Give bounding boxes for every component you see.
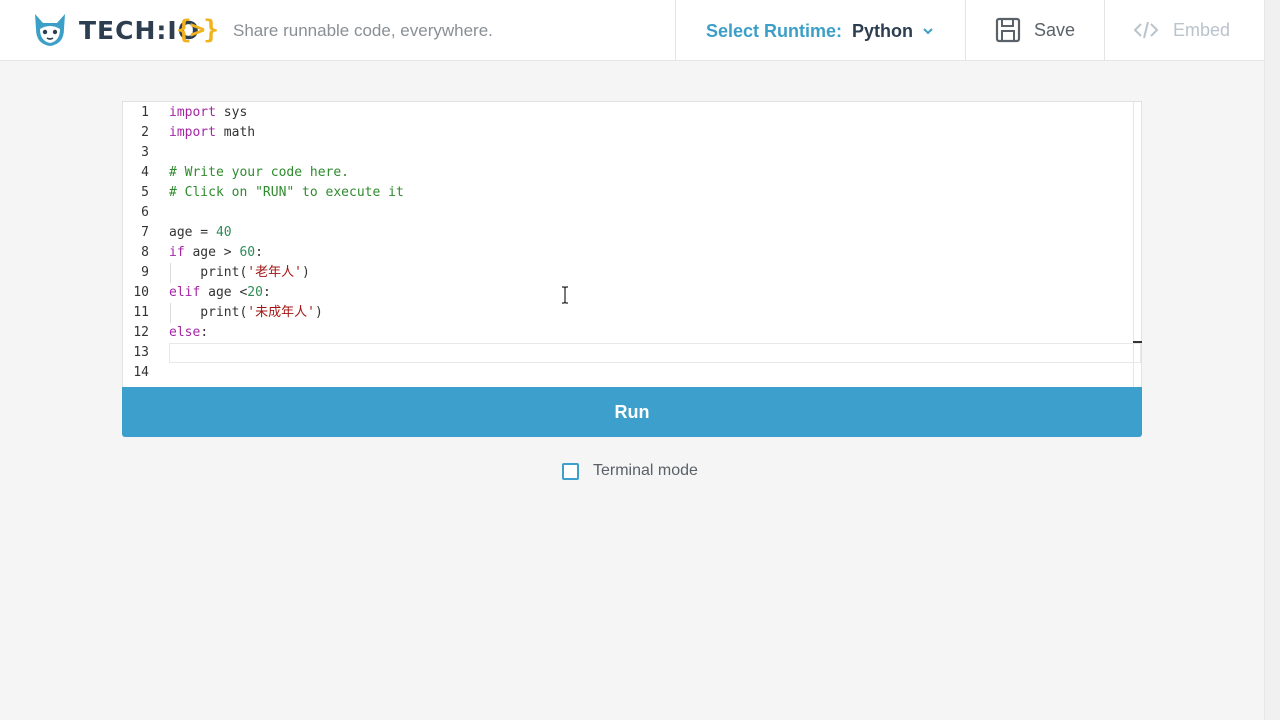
code-embed-icon (1133, 21, 1159, 39)
code-text: print( (169, 265, 248, 280)
run-button[interactable]: Run (122, 387, 1142, 437)
line-number: 1 (141, 105, 149, 120)
comment: # Click on "RUN" to execute it (169, 185, 404, 200)
string-literal: '未成年人' (247, 305, 315, 320)
terminal-mode-label: Terminal mode (593, 462, 698, 479)
save-label: Save (1034, 20, 1076, 40)
code-text: math (215, 125, 256, 140)
code-text: age = (169, 225, 216, 240)
code-text: age < (200, 285, 248, 300)
code-line: else: (169, 323, 208, 343)
line-number: 5 (141, 185, 149, 200)
page-scrollbar[interactable] (1264, 0, 1280, 720)
code-line: print('老年人') (169, 263, 310, 283)
line-number: 13 (133, 345, 149, 360)
keyword: import (169, 125, 216, 140)
code-line: age = 40 (169, 223, 232, 243)
number-literal: 20 (247, 285, 263, 300)
number-literal: 40 (215, 225, 232, 240)
code-line: if age > 60: (169, 243, 263, 263)
code-text: age > (184, 245, 240, 260)
code-text: sys (215, 105, 248, 120)
line-number: 12 (133, 325, 149, 340)
string-literal: '老年人' (247, 265, 302, 280)
code-editor[interactable]: 1 2 3 4 5 6 7 8 9 10 11 12 13 14 import … (122, 101, 1142, 387)
line-number: 9 (141, 265, 149, 280)
line-number: 6 (141, 205, 149, 220)
line-number: 2 (141, 125, 149, 140)
embed-button[interactable]: Embed (1133, 16, 1230, 44)
code-line: print('未成年人') (169, 303, 323, 323)
line-number: 4 (141, 165, 149, 180)
line-number-gutter: 1 2 3 4 5 6 7 8 9 10 11 12 13 14 (123, 102, 163, 387)
line-number: 14 (133, 365, 149, 380)
line-number: 8 (141, 245, 149, 260)
top-header: TECH:IO {>} Share runnable code, everywh… (0, 0, 1264, 61)
keyword: import (169, 105, 216, 120)
code-line: # Write your code here. (169, 163, 349, 183)
runtime-label: Select Runtime: (706, 21, 843, 41)
line-number: 11 (133, 305, 149, 320)
brand-brackets-icon: {>} (176, 15, 219, 45)
header-divider (675, 0, 676, 60)
keyword: elif (169, 285, 201, 300)
terminal-mode-toggle[interactable]: Terminal mode (562, 461, 698, 481)
header-divider (1104, 0, 1105, 60)
comment: # Write your code here. (169, 165, 350, 180)
scrollbar-cursor-marker (1133, 341, 1142, 343)
line-number: 10 (133, 285, 149, 300)
line-number: 7 (141, 225, 149, 240)
header-divider (965, 0, 966, 60)
code-line: # Click on "RUN" to execute it (169, 183, 404, 203)
keyword: else (169, 325, 201, 340)
code-line: import sys (169, 103, 247, 123)
line-number: 3 (141, 145, 149, 160)
floppy-disk-icon (995, 17, 1021, 43)
terminal-mode-checkbox[interactable] (562, 462, 579, 480)
runtime-value: Python (852, 21, 914, 41)
embed-label: Embed (1173, 20, 1231, 40)
editor-scrollbar[interactable] (1133, 102, 1134, 387)
i-beam-cursor-icon (562, 286, 568, 304)
code-text: print( (169, 305, 248, 320)
code-text: ) (301, 265, 310, 280)
fox-mascot-logo-icon[interactable] (31, 11, 69, 49)
code-text: ) (314, 305, 323, 320)
code-text: : (255, 245, 263, 260)
code-text: : (200, 325, 209, 340)
code-line: import math (169, 123, 255, 143)
chevron-down-icon (923, 28, 933, 35)
save-button[interactable]: Save (995, 16, 1075, 44)
code-text: : (262, 285, 271, 300)
code-area[interactable]: import sys import math # Write your code… (169, 102, 1133, 387)
keyword: if (169, 245, 185, 260)
code-line: elif age <20: (169, 283, 271, 303)
runtime-selector[interactable]: Select Runtime: Python (706, 19, 934, 43)
number-literal: 60 (239, 245, 256, 260)
tagline: Share runnable code, everywhere. (233, 21, 493, 40)
